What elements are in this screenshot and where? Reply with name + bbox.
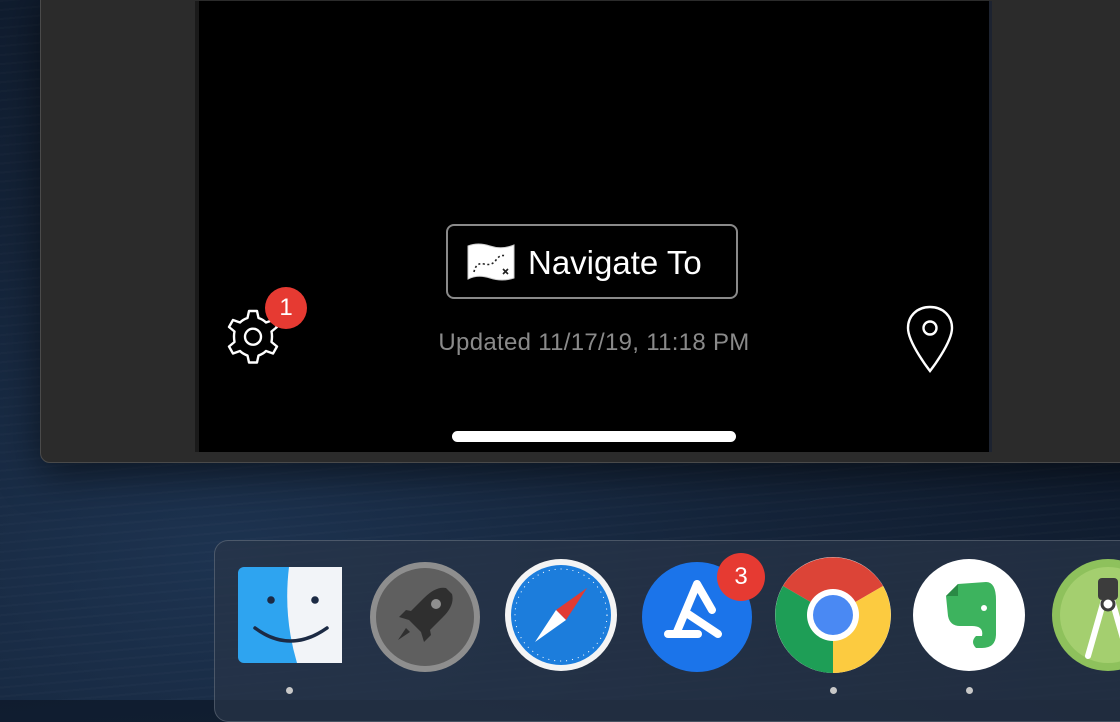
evernote-running-indicator [966,687,973,694]
chrome-running-indicator [830,687,837,694]
finder-running-indicator [286,687,293,694]
elephant-icon[interactable] [910,556,1028,674]
chrome-icon[interactable] [774,556,892,674]
treasure-map-icon [467,243,515,281]
rocket-icon[interactable] [366,556,484,674]
home-indicator[interactable] [452,431,736,442]
simulator-window: Navigate To Updated 11/17/19, 11:18 PM 1 [40,0,1120,463]
phone-screen: Navigate To Updated 11/17/19, 11:18 PM 1 [199,1,992,452]
updated-timestamp: Updated 11/17/19, 11:18 PM [438,329,750,356]
location-pin-icon[interactable] [905,305,955,375]
finder-icon[interactable] [231,556,349,674]
android-studio-icon[interactable] [1046,556,1120,674]
settings-notification-badge: 1 [265,287,307,329]
navigate-to-button[interactable]: Navigate To [446,224,738,299]
app-store-badge: 3 [717,553,765,601]
navigate-to-label: Navigate To [528,244,702,281]
compass-icon[interactable] [502,556,620,674]
